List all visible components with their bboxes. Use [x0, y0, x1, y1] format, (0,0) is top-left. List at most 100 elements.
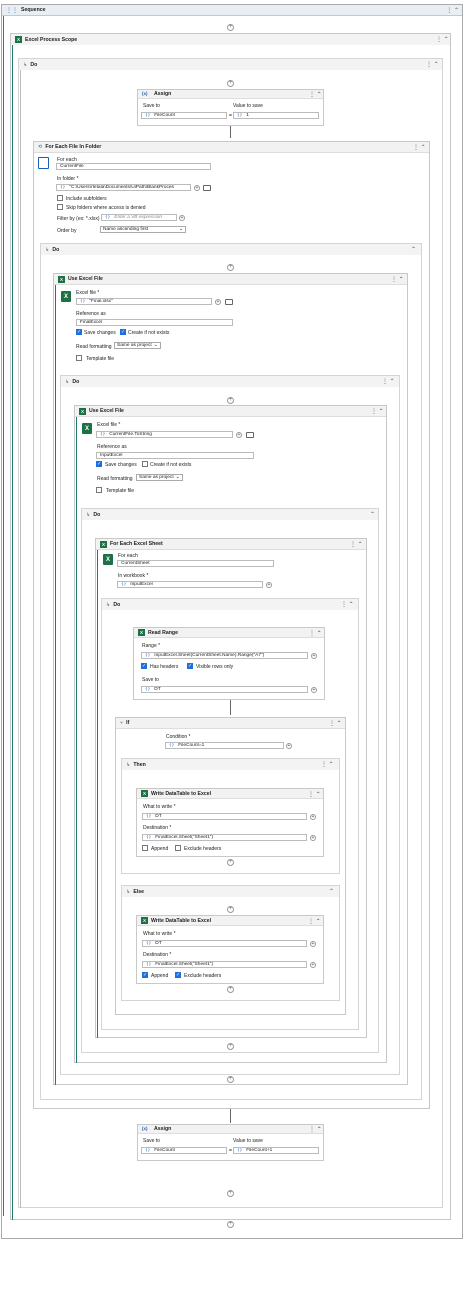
add-icon[interactable]: +	[236, 432, 242, 438]
add-activity-icon[interactable]: +	[227, 397, 234, 404]
folder-browse-icon[interactable]	[225, 299, 233, 305]
template-file-checkbox[interactable]	[76, 355, 82, 361]
skip-denied-checkbox[interactable]	[57, 204, 63, 210]
what-to-write-field[interactable]: {} DT	[142, 813, 307, 820]
add-icon[interactable]: +	[194, 185, 200, 191]
destination-field[interactable]: {} FinalExcel.Sheet("Sheet1")	[142, 961, 307, 968]
append-checkbox[interactable]	[142, 972, 148, 978]
condition-field[interactable]: {} FileCount=1	[165, 742, 284, 749]
add-icon[interactable]: +	[310, 941, 316, 947]
excel-file-field[interactable]: {} "Final.xlsx"	[76, 298, 212, 305]
create-if-not-exists-checkbox[interactable]	[120, 329, 126, 335]
kebab-menu-icon[interactable]: ⋮ ⌃	[309, 628, 322, 639]
add-activity-icon[interactable]: +	[227, 1076, 234, 1083]
collapse-icon[interactable]: ⌃	[329, 886, 334, 897]
excel-scope-header[interactable]: X Excel Process Scope	[11, 34, 450, 45]
kebab-menu-icon[interactable]: ⋮ ⌃	[391, 274, 404, 285]
order-by-dropdown[interactable]: Name ascending first ⌄	[100, 226, 186, 233]
exclude-headers-checkbox[interactable]	[175, 972, 181, 978]
reference-as-field[interactable]: FinalExcel	[76, 319, 233, 326]
collapse-icon[interactable]: ⋮ ⌃	[321, 759, 334, 770]
collapse-icon[interactable]: ⋮ ⌃	[446, 5, 459, 16]
read-formatting-dropdown[interactable]: Same as project ⌄	[114, 342, 161, 349]
add-icon[interactable]: +	[266, 582, 272, 588]
create-if-not-exists-checkbox[interactable]	[142, 461, 148, 467]
folder-browse-icon[interactable]	[203, 185, 211, 191]
range-field[interactable]: {} InputExcel.Sheet(CurrentSheet.Name).Ra…	[141, 652, 308, 659]
assign2-header[interactable]: (x) Assign	[138, 1125, 323, 1134]
add-activity-icon[interactable]: +	[227, 906, 234, 913]
collapse-icon[interactable]: ⌃	[411, 244, 416, 255]
for-each-field[interactable]: CurrentFile	[56, 163, 211, 170]
add-activity-icon[interactable]: +	[227, 24, 234, 31]
save-changes-checkbox[interactable]	[76, 329, 82, 335]
add-activity-icon[interactable]: +	[227, 1190, 234, 1197]
add-activity-icon[interactable]: +	[227, 859, 234, 866]
kebab-menu-icon[interactable]: ⋮ ⌃	[350, 539, 363, 550]
exclude-headers-checkbox[interactable]	[175, 845, 181, 851]
add-activity-icon[interactable]: +	[227, 986, 234, 993]
excel-file-field[interactable]: {} CurrentFile.ToString	[96, 431, 233, 438]
collapse-icon[interactable]: ⋮ ⌃	[341, 599, 354, 610]
add-icon[interactable]: +	[310, 835, 316, 841]
template-file-checkbox[interactable]	[96, 487, 102, 493]
kebab-menu-icon[interactable]: ⋮ ⌃	[436, 34, 449, 45]
kebab-menu-icon[interactable]: ⋮ ⌃	[308, 789, 321, 800]
append-checkbox[interactable]	[142, 845, 148, 851]
add-icon[interactable]: +	[310, 814, 316, 820]
read-range-header[interactable]: X Read Range	[134, 628, 324, 638]
use-excel-input-do-header[interactable]: ↳ Do	[82, 509, 378, 520]
has-headers-checkbox[interactable]	[141, 663, 147, 669]
kebab-menu-icon[interactable]: ⋮ ⌃	[371, 406, 384, 417]
use-excel-input-header[interactable]: X Use Excel File	[75, 406, 386, 417]
use-excel-final-do-header[interactable]: ↳ Do	[61, 376, 399, 387]
kebab-menu-icon[interactable]: ⋮ ⌃	[413, 142, 426, 153]
for-each-field[interactable]: CurrentSheet	[117, 560, 274, 567]
kebab-menu-icon[interactable]: ⋮ ⌃	[309, 1124, 322, 1135]
write-else-header[interactable]: X Write DataTable to Excel	[137, 916, 323, 926]
if-header[interactable]: ⑂ If	[116, 718, 345, 729]
save-to-field[interactable]: {} DT	[141, 686, 308, 693]
include-subfolders-checkbox[interactable]	[57, 195, 63, 201]
kebab-menu-icon[interactable]: ⋮ ⌃	[308, 916, 321, 927]
else-header[interactable]: ↳ Else	[122, 886, 339, 897]
write-then-header[interactable]: X Write DataTable to Excel	[137, 789, 323, 799]
add-icon[interactable]: +	[310, 962, 316, 968]
add-activity-icon[interactable]: +	[227, 1221, 234, 1228]
add-activity-icon[interactable]: +	[227, 80, 234, 87]
save-to-field[interactable]: {} FileCount	[141, 1147, 227, 1154]
reference-as-field[interactable]: InputExcel	[96, 452, 254, 459]
collapse-icon[interactable]: ⌃	[370, 509, 375, 520]
save-to-field[interactable]: {} FileCount	[141, 112, 227, 119]
add-icon[interactable]: +	[311, 687, 317, 693]
add-activity-icon[interactable]: +	[227, 264, 234, 271]
add-icon[interactable]: +	[286, 743, 292, 749]
add-icon[interactable]: +	[179, 215, 185, 221]
save-changes-checkbox[interactable]	[96, 461, 102, 467]
filter-field[interactable]: {} Enter a VB expression	[101, 214, 177, 221]
destination-field[interactable]: {} FinalExcel.Sheet("Sheet1")	[142, 834, 307, 841]
read-formatting-dropdown[interactable]: Same as project ⌄	[136, 474, 183, 481]
kebab-menu-icon[interactable]: ⋮ ⌃	[329, 718, 342, 729]
add-icon[interactable]: +	[311, 653, 317, 659]
in-workbook-field[interactable]: {} InputExcel	[117, 581, 263, 588]
collapse-icon[interactable]: ⋮ ⌃	[382, 376, 395, 387]
kebab-menu-icon[interactable]: ⋮ ⌃	[309, 89, 322, 100]
value-field[interactable]: {} FileCount+1	[233, 1147, 319, 1154]
scope-do-header[interactable]: ↳ Do	[19, 59, 442, 70]
add-icon[interactable]: +	[215, 299, 221, 305]
folder-do-header[interactable]: ↳ Do	[41, 244, 421, 255]
in-folder-field[interactable]: {} "C:\Users\rtetala\Documents\UiPath\Bla…	[56, 184, 191, 191]
what-to-write-field[interactable]: {} DT	[142, 940, 307, 947]
add-activity-icon[interactable]: +	[227, 1043, 234, 1050]
then-header[interactable]: ↳ Then	[122, 759, 339, 770]
value-field[interactable]: {} 1	[233, 112, 319, 119]
folder-browse-icon[interactable]	[246, 432, 254, 438]
assign-header[interactable]: (x) Assign	[138, 90, 323, 99]
foreach-sheet-header[interactable]: X For Each Excel Sheet	[96, 539, 366, 550]
sequence-header[interactable]: ⋮⋮ Sequence	[2, 5, 462, 16]
visible-rows-checkbox[interactable]	[187, 663, 193, 669]
foreach-folder-header[interactable]: ⟲ For Each File In Folder	[34, 142, 429, 153]
foreach-sheet-do-header[interactable]: ↳ Do	[102, 599, 358, 610]
use-excel-final-header[interactable]: X Use Excel File	[54, 274, 407, 285]
